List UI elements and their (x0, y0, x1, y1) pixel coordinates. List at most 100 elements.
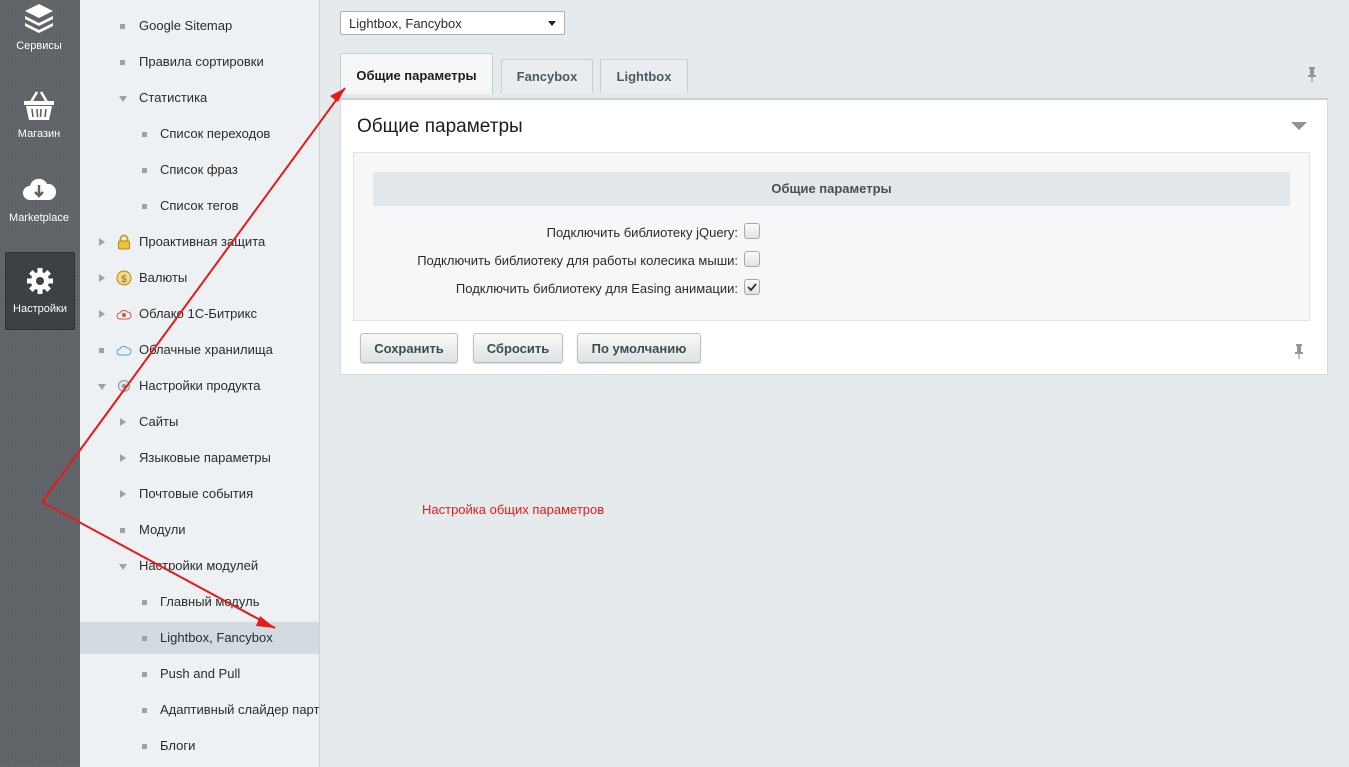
icon-sidebar: Сервисы Магазин Marketplace Настройки (0, 0, 80, 767)
sidebar-item-settings[interactable]: Настройки (5, 252, 75, 330)
tree-item-label: Облако 1С-Битрикс (139, 306, 257, 321)
bullet-icon (142, 672, 147, 677)
tree-item-label: Google Sitemap (139, 18, 233, 33)
field-label: Подключить библиотеку для Easing анимаци… (455, 281, 738, 296)
tree-item-main-module[interactable]: Главный модуль (80, 586, 319, 618)
chevron-right-icon[interactable] (120, 418, 126, 426)
tree-item-module-settings[interactable]: Настройки модулей (80, 550, 319, 582)
tree-item-label: Настройки модулей (139, 558, 259, 573)
bullet-icon (142, 636, 147, 641)
tree-item-label: Валюты (139, 270, 188, 285)
tree-item-transitions[interactable]: Список переходов (80, 118, 319, 150)
bullet-icon (142, 168, 147, 173)
bullet-icon (120, 24, 125, 29)
tree-item-proactive-protection[interactable]: Проактивная защита (80, 226, 319, 258)
settings-form: Общие параметры Подключить библиотеку jQ… (353, 152, 1310, 321)
tab-general[interactable]: Общие параметры (340, 53, 493, 94)
chevron-down-icon[interactable] (98, 384, 106, 390)
tab-lightbox[interactable]: Lightbox (600, 59, 688, 93)
cloud-icon (116, 309, 132, 320)
tree-item-label: Модули (139, 522, 186, 537)
site-select-value: Lightbox, Fancybox (349, 16, 462, 31)
tree-item-cloud-storage[interactable]: Облачные хранилища (80, 334, 319, 366)
bullet-icon (99, 348, 104, 353)
coin-icon: $ (116, 270, 132, 286)
bullet-icon (142, 600, 147, 605)
tree-item-label: Push and Pull (160, 666, 241, 681)
bullet-icon (142, 708, 147, 713)
tab-label: Lightbox (616, 69, 672, 84)
gear-icon (27, 268, 53, 294)
tree-item-bitrix-cloud[interactable]: Облако 1С-Битрикс (80, 298, 319, 330)
sidebar-item-services[interactable]: Сервисы (5, 0, 73, 76)
sidebar-item-label: Настройки (13, 303, 67, 315)
svg-text:$: $ (121, 274, 127, 285)
tree-item-modules[interactable]: Модули (80, 514, 319, 546)
field-easing: Подключить библиотеку для Easing анимаци… (354, 279, 1311, 299)
chevron-right-icon[interactable] (120, 454, 126, 462)
jquery-checkbox[interactable] (744, 223, 760, 239)
main-content: Lightbox, Fancybox Общие параметры Fancy… (320, 0, 1349, 767)
bullet-icon (142, 744, 147, 749)
bullet-icon (120, 60, 125, 65)
button-label: Сохранить (374, 341, 444, 356)
tree-item-label: Список фраз (160, 162, 238, 177)
default-button[interactable]: По умолчанию (577, 333, 701, 363)
chevron-down-icon[interactable] (119, 96, 127, 102)
tree-item-label: Правила сортировки (139, 54, 264, 69)
tree-item-label: Почтовые события (139, 486, 254, 501)
tree-item-sites[interactable]: Сайты (80, 406, 319, 438)
tree-item-language[interactable]: Языковые параметры (80, 442, 319, 474)
tree-item-label: Проактивная защита (139, 234, 266, 249)
field-mousewheel: Подключить библиотеку для работы колесик… (354, 251, 1311, 271)
tree-item-adaptive-slider[interactable]: Адаптивный слайдер партнеров (80, 694, 319, 726)
chevron-right-icon[interactable] (99, 274, 105, 282)
tree-item-google-sitemap[interactable]: Google Sitemap (80, 10, 319, 42)
tree-item-label: Настройки продукта (139, 378, 261, 393)
tree-item-label: Адаптивный слайдер партнеров (160, 702, 320, 717)
tree-item-currencies[interactable]: $ Валюты (80, 262, 319, 294)
chevron-right-icon[interactable] (120, 490, 126, 498)
chevron-right-icon[interactable] (99, 310, 105, 318)
tree-item-statistics[interactable]: Статистика (80, 82, 319, 114)
tree-item-label: Облачные хранилища (139, 342, 273, 357)
button-label: Сбросить (486, 341, 550, 356)
tab-label: Fancybox (516, 69, 578, 84)
sidebar-item-label: Marketplace (9, 212, 69, 224)
tree-item-tags[interactable]: Список тегов (80, 190, 319, 222)
pin-icon[interactable] (1307, 66, 1317, 82)
chevron-right-icon[interactable] (99, 238, 105, 246)
tab-fancybox[interactable]: Fancybox (501, 59, 593, 93)
tree-item-phrases[interactable]: Список фраз (80, 154, 319, 186)
mousewheel-checkbox[interactable] (744, 251, 760, 267)
collapse-triangle-icon[interactable] (1291, 122, 1307, 130)
tab-label: Общие параметры (356, 68, 477, 83)
tree-item-label: Список тегов (160, 198, 239, 213)
tree-item-push-and-pull[interactable]: Push and Pull (80, 658, 319, 690)
chevron-down-icon[interactable] (119, 564, 127, 570)
basket-icon (24, 91, 54, 120)
bullet-icon (142, 204, 147, 209)
checkmark-icon (747, 283, 757, 292)
field-jquery: Подключить библиотеку jQuery: (354, 223, 1311, 243)
tree-item-sort-rules[interactable]: Правила сортировки (80, 46, 319, 78)
easing-checkbox[interactable] (744, 279, 760, 295)
navigation-tree: Google Sitemap Правила сортировки Статис… (80, 0, 320, 767)
sidebar-item-marketplace[interactable]: Marketplace (5, 172, 73, 248)
bullet-icon (142, 132, 147, 137)
annotation-text: Настройка общих параметров (422, 502, 605, 517)
pin-icon[interactable] (1294, 343, 1304, 359)
save-button[interactable]: Сохранить (360, 333, 458, 363)
bullet-icon (120, 528, 125, 533)
site-select[interactable]: Lightbox, Fancybox (340, 11, 565, 35)
reset-button[interactable]: Сбросить (473, 333, 563, 363)
tree-item-label: Статистика (139, 90, 208, 105)
tree-item-lightbox-fancybox[interactable]: Lightbox, Fancybox (80, 622, 319, 654)
tree-item-label: Сайты (139, 414, 179, 429)
tree-item-label: Lightbox, Fancybox (160, 630, 273, 645)
sidebar-item-shop[interactable]: Магазин (5, 88, 73, 164)
tree-item-label: Языковые параметры (139, 450, 271, 465)
tree-item-product-settings[interactable]: Настройки продукта (80, 370, 319, 402)
tree-item-blogs[interactable]: Блоги (80, 730, 319, 762)
tree-item-mail-events[interactable]: Почтовые события (80, 478, 319, 510)
